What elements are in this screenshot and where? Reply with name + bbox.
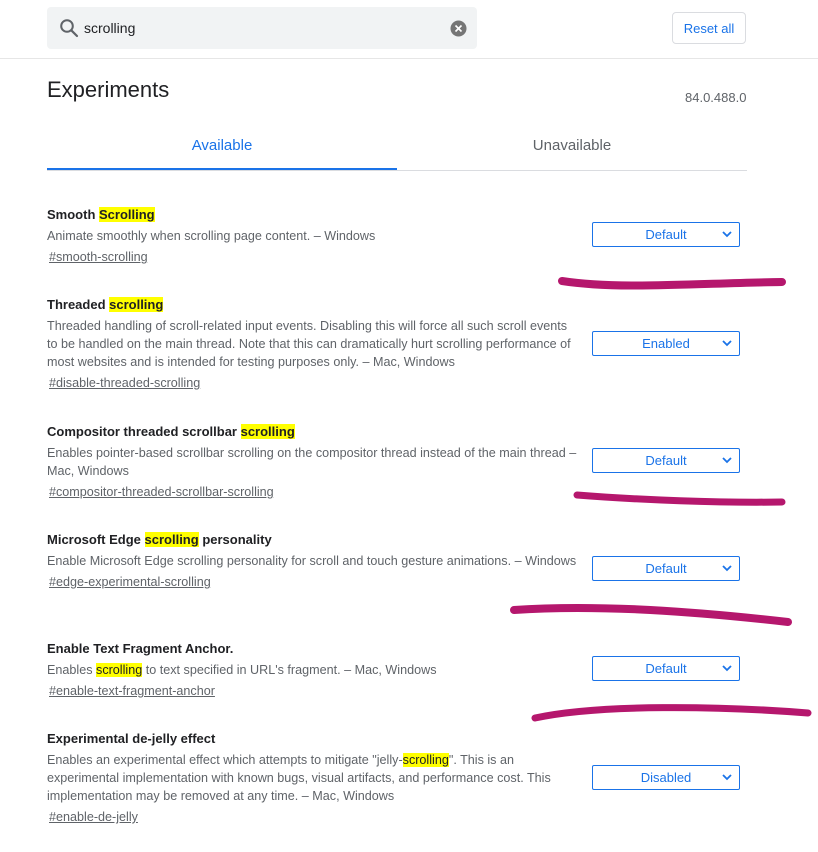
experiment-name-text: personality: [198, 532, 272, 547]
annotation-stroke: [510, 603, 792, 626]
select-value: Disabled: [640, 770, 692, 785]
experiment-name: Compositor threaded scrollbar scrolling: [47, 423, 747, 441]
experiment-name-text: Threaded: [47, 297, 110, 312]
experiment-text-fragment-anchor: Enable Text Fragment Anchor. Enables scr…: [47, 640, 747, 700]
select-value: Default: [645, 561, 687, 576]
experiment-state-select[interactable]: Default: [592, 448, 740, 473]
experiment-link[interactable]: #disable-threaded-scrolling: [47, 374, 200, 392]
search-highlight: scrolling: [402, 753, 449, 767]
search-box[interactable]: [47, 7, 477, 49]
chevron-down-icon: [722, 665, 732, 672]
experiment-name-text: Smooth: [47, 207, 99, 222]
chevron-down-icon: [722, 340, 732, 347]
reset-all-button[interactable]: Reset all: [672, 12, 746, 44]
experiment-link[interactable]: #smooth-scrolling: [47, 248, 148, 266]
experiment-smooth-scrolling: Smooth Scrolling Animate smoothly when s…: [47, 206, 747, 266]
experiment-name: Microsoft Edge scrolling personality: [47, 531, 747, 549]
experiment-link[interactable]: #enable-text-fragment-anchor: [47, 682, 215, 700]
description-text: Enables pointer-based scrollbar scrollin…: [47, 446, 577, 478]
description-text: to text specified in URL's fragment. – M…: [142, 663, 437, 677]
experiment-state-select[interactable]: Disabled: [592, 765, 740, 790]
experiment-description: Enable Microsoft Edge scrolling personal…: [47, 552, 577, 570]
experiment-link[interactable]: #compositor-threaded-scrollbar-scrolling: [47, 483, 274, 501]
description-text: Enables an experimental effect which att…: [47, 753, 403, 767]
experiment-edge-scrolling-personality: Microsoft Edge scrolling personality Ena…: [47, 531, 747, 591]
search-highlight: Scrolling: [99, 207, 155, 222]
description-text: Animate smoothly when scrolling page con…: [47, 229, 376, 243]
tab-bar: Available Unavailable: [47, 126, 747, 171]
description-text: Enable Microsoft Edge scrolling personal…: [47, 554, 577, 568]
chevron-down-icon: [722, 565, 732, 572]
annotation-stroke: [558, 277, 786, 290]
experiment-description: Threaded handling of scroll-related inpu…: [47, 317, 577, 371]
experiment-link[interactable]: #edge-experimental-scrolling: [47, 573, 211, 591]
experiment-compositor-threaded-scrollbar-scrolling: Compositor threaded scrollbar scrolling …: [47, 423, 747, 501]
search-highlight: scrolling: [240, 424, 295, 439]
search-highlight: scrolling: [109, 297, 164, 312]
experiment-name-text: Microsoft Edge: [47, 532, 145, 547]
experiment-state-select[interactable]: Enabled: [592, 331, 740, 356]
experiment-state-select[interactable]: Default: [592, 222, 740, 247]
search-highlight: scrolling: [144, 532, 199, 547]
select-value: Default: [645, 661, 687, 676]
experiment-state-select[interactable]: Default: [592, 656, 740, 681]
experiment-state-select[interactable]: Default: [592, 556, 740, 581]
page-title: Experiments: [47, 77, 170, 102]
version-label: 84.0.488.0: [685, 90, 747, 105]
description-text: Threaded handling of scroll-related inpu…: [47, 319, 571, 369]
experiment-description: Animate smoothly when scrolling page con…: [47, 227, 577, 245]
experiment-name-text: Enable Text Fragment Anchor.: [47, 641, 234, 656]
search-input[interactable]: [84, 18, 444, 38]
description-text: Enables: [47, 663, 97, 677]
experiment-de-jelly-effect: Experimental de-jelly effect Enables an …: [47, 730, 747, 826]
experiment-name: Experimental de-jelly effect: [47, 730, 747, 748]
chevron-down-icon: [722, 457, 732, 464]
experiment-name-text: Compositor threaded scrollbar: [47, 424, 241, 439]
experiment-description: Enables an experimental effect which att…: [47, 751, 577, 805]
experiment-description: Enables scrolling to text specified in U…: [47, 661, 577, 679]
experiment-name: Threaded scrolling: [47, 296, 747, 314]
experiment-name-text: Experimental de-jelly effect: [47, 731, 216, 746]
clear-icon[interactable]: [450, 20, 467, 37]
experiment-description: Enables pointer-based scrollbar scrollin…: [47, 444, 577, 480]
select-value: Enabled: [642, 336, 690, 351]
select-value: Default: [645, 453, 687, 468]
experiment-threaded-scrolling: Threaded scrolling Threaded handling of …: [47, 296, 747, 392]
header-bar: Reset all: [0, 0, 818, 59]
search-highlight: scrolling: [96, 663, 143, 677]
tab-unavailable[interactable]: Unavailable: [397, 126, 747, 169]
chevron-down-icon: [722, 231, 732, 238]
select-value: Default: [645, 227, 687, 242]
annotation-stroke: [531, 704, 812, 722]
chevron-down-icon: [722, 774, 732, 781]
search-icon: [60, 19, 79, 38]
tab-available[interactable]: Available: [47, 126, 397, 170]
experiment-link[interactable]: #enable-de-jelly: [47, 808, 138, 826]
